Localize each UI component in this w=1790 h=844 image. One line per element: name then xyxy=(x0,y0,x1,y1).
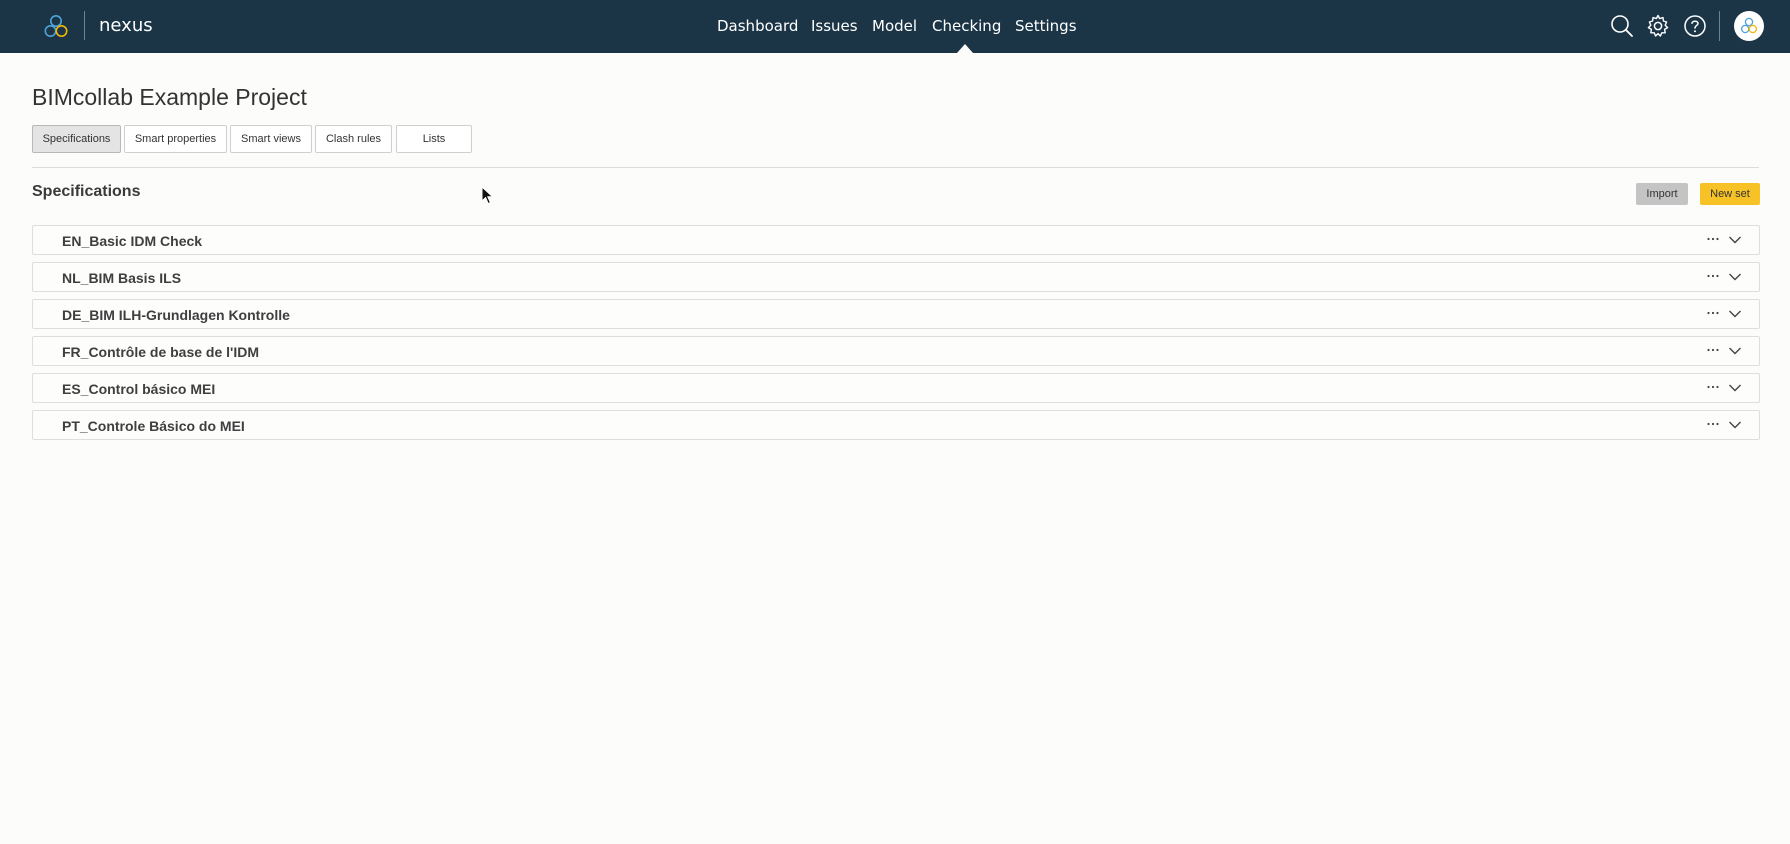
chevron-down-icon[interactable] xyxy=(1728,381,1742,395)
chevron-down-icon[interactable] xyxy=(1728,270,1742,284)
chevron-down-icon[interactable] xyxy=(1728,307,1742,321)
search-icon[interactable] xyxy=(1609,13,1635,39)
gear-icon[interactable] xyxy=(1645,13,1671,39)
section-divider xyxy=(32,167,1759,168)
nexus-logo-icon[interactable] xyxy=(42,13,70,41)
nav-checking[interactable]: Checking xyxy=(932,17,1001,35)
more-options-icon[interactable] xyxy=(1706,269,1720,283)
app-name: nexus xyxy=(99,15,153,36)
tab-clash-rules[interactable]: Clash rules xyxy=(315,125,392,153)
specification-label: NL_BIM Basis ILS xyxy=(62,270,182,286)
specification-row[interactable]: FR_Contrôle de base de l'IDM xyxy=(32,336,1760,366)
tab-specifications[interactable]: Specifications xyxy=(32,125,121,153)
mouse-cursor-icon xyxy=(481,186,494,205)
specification-label: DE_BIM ILH-Grundlagen Kontrolle xyxy=(62,307,290,323)
active-nav-indicator xyxy=(957,44,973,53)
specification-label: EN_Basic IDM Check xyxy=(62,233,203,249)
logo-divider xyxy=(84,11,85,40)
chevron-down-icon[interactable] xyxy=(1728,233,1742,247)
specification-row[interactable]: NL_BIM Basis ILS xyxy=(32,262,1760,292)
specification-label: ES_Control básico MEI xyxy=(62,381,216,397)
chevron-down-icon[interactable] xyxy=(1728,418,1742,432)
more-options-icon[interactable] xyxy=(1706,343,1720,357)
icon-divider xyxy=(1719,11,1720,41)
nav-model[interactable]: Model xyxy=(872,17,917,35)
more-options-icon[interactable] xyxy=(1706,417,1720,431)
nav-issues[interactable]: Issues xyxy=(811,17,858,35)
chevron-down-icon[interactable] xyxy=(1728,344,1742,358)
new-set-button[interactable]: New set xyxy=(1700,183,1760,205)
nav-dashboard[interactable]: Dashboard xyxy=(717,17,798,35)
import-button[interactable]: Import xyxy=(1636,183,1688,205)
specification-label: FR_Contrôle de base de l'IDM xyxy=(62,344,260,360)
page-title: BIMcollab Example Project xyxy=(32,84,307,110)
top-navigation-bar: nexus Dashboard Issues Model Checking Se… xyxy=(0,0,1790,53)
more-options-icon[interactable] xyxy=(1706,232,1720,246)
specification-row[interactable]: DE_BIM ILH-Grundlagen Kontrolle xyxy=(32,299,1760,329)
specification-row[interactable]: EN_Basic IDM Check xyxy=(32,225,1760,255)
specification-label: PT_Controle Básico do MEI xyxy=(62,418,245,434)
user-avatar[interactable] xyxy=(1734,11,1764,41)
tab-smart-properties[interactable]: Smart properties xyxy=(124,125,227,153)
help-icon[interactable] xyxy=(1682,13,1708,39)
user-avatar-logo-icon xyxy=(1740,17,1758,34)
tab-lists[interactable]: Lists xyxy=(396,125,472,153)
specification-row[interactable]: ES_Control básico MEI xyxy=(32,373,1760,403)
more-options-icon[interactable] xyxy=(1706,306,1720,320)
more-options-icon[interactable] xyxy=(1706,380,1720,394)
nav-settings[interactable]: Settings xyxy=(1015,17,1077,35)
tab-smart-views[interactable]: Smart views xyxy=(230,125,312,153)
section-title: Specifications xyxy=(32,183,141,200)
specification-row[interactable]: PT_Controle Básico do MEI xyxy=(32,410,1760,440)
